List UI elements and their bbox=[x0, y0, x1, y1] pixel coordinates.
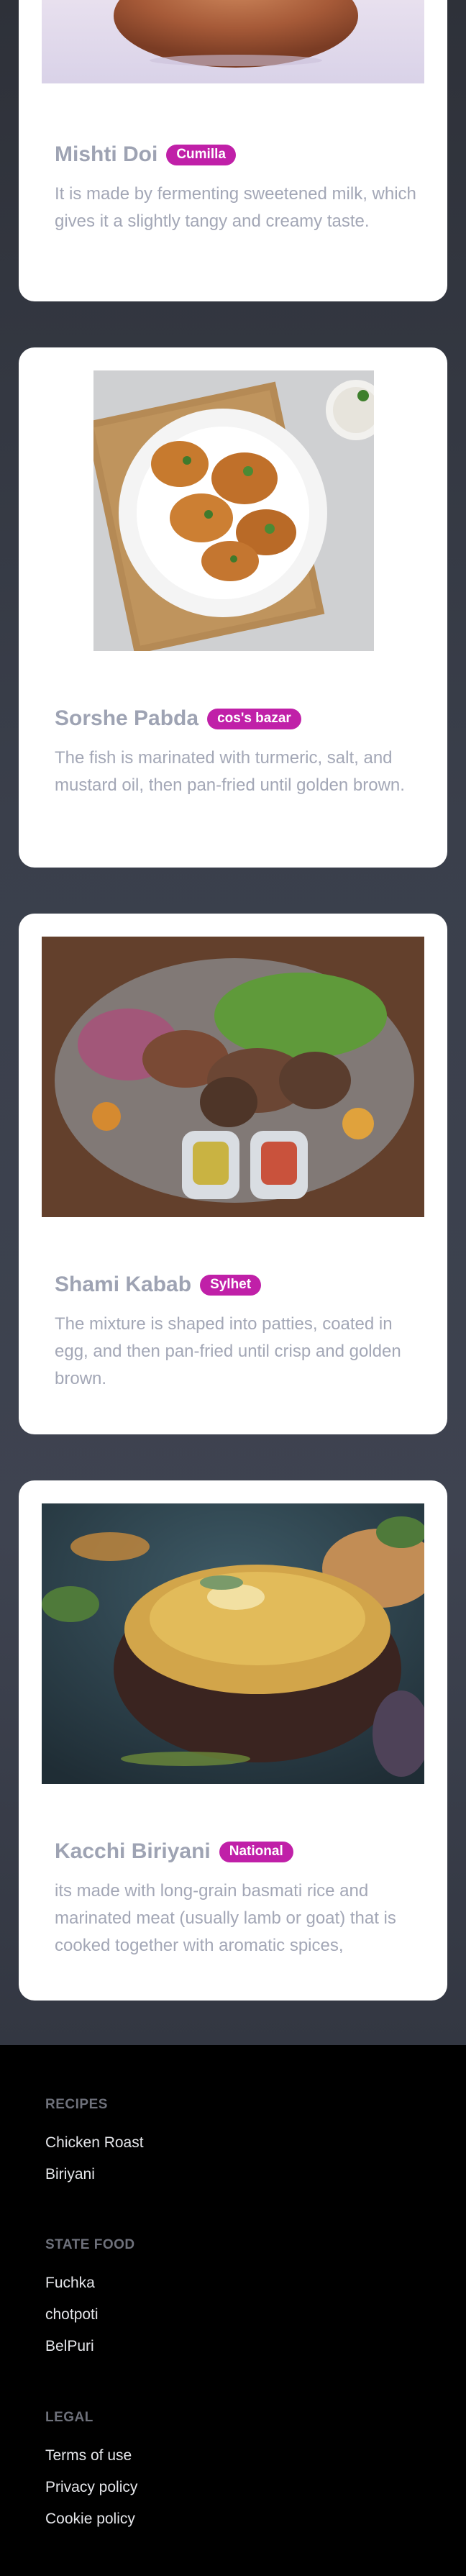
footer-link-terms-of-use[interactable]: Terms of use bbox=[45, 2447, 132, 2465]
region-badge: Sylhet bbox=[200, 1274, 262, 1296]
dish-name: Sorshe Pabda bbox=[55, 706, 199, 730]
footer-link-privacy-policy[interactable]: Privacy policy bbox=[45, 2479, 137, 2496]
dish-title-row: Sorshe Pabda cos's bazar bbox=[55, 706, 301, 731]
dish-description: The fish is marinated with turmeric, sal… bbox=[55, 748, 405, 795]
dish-card-kacchi-biriyani[interactable]: Kacchi Biriyani National its made with l… bbox=[19, 1480, 447, 2001]
dish-card-sorshe-pabda[interactable]: Sorshe Pabda cos's bazar The fish is mar… bbox=[19, 347, 447, 868]
region-badge: National bbox=[219, 1841, 293, 1862]
footer-link-fuchka[interactable]: Fuchka bbox=[45, 2275, 95, 2292]
dish-name: Kacchi Biriyani bbox=[55, 1839, 211, 1863]
footer-link-cookie-policy[interactable]: Cookie policy bbox=[45, 2511, 135, 2528]
dish-title-row: Mishti Doi Cumilla bbox=[55, 142, 236, 167]
region-badge: cos's bazar bbox=[207, 708, 301, 729]
footer-link-belpuri[interactable]: BelPuri bbox=[45, 2338, 94, 2355]
dish-title-row: Kacchi Biriyani National bbox=[55, 1839, 293, 1864]
footer-link-chotpoti[interactable]: chotpoti bbox=[45, 2306, 99, 2324]
dish-name: Shami Kabab bbox=[55, 1273, 192, 1296]
dish-list: Mishti Doi Cumilla It is made by ferment… bbox=[0, 0, 466, 2045]
dish-description: The mixture is shaped into patties, coat… bbox=[55, 1314, 401, 1388]
footer-link-biriyani[interactable]: Biriyani bbox=[45, 2166, 95, 2183]
dish-image-shami-kabab bbox=[42, 937, 424, 1217]
footer-heading-state-food: STATE FOOD bbox=[45, 2237, 135, 2252]
footer-heading-legal: LEGAL bbox=[45, 2410, 93, 2425]
dish-title-row: Shami Kabab Sylhet bbox=[55, 1273, 262, 1297]
dish-image-mishti-doi bbox=[42, 0, 424, 83]
dish-card-shami-kabab[interactable]: Shami Kabab Sylhet The mixture is shaped… bbox=[19, 914, 447, 1434]
dish-name: Mishti Doi bbox=[55, 142, 158, 166]
dish-card-mishti-doi[interactable]: Mishti Doi Cumilla It is made by ferment… bbox=[19, 0, 447, 301]
dish-image-sorshe-pabda bbox=[93, 370, 374, 651]
dish-image-kacchi-biriyani bbox=[42, 1503, 424, 1784]
footer-link-chicken-roast[interactable]: Chicken Roast bbox=[45, 2134, 144, 2152]
region-badge: Cumilla bbox=[166, 144, 236, 165]
footer-heading-recipes: RECIPES bbox=[45, 2097, 108, 2112]
dish-description: its made with long-grain basmati rice an… bbox=[55, 1881, 396, 1955]
site-footer: RECIPES Chicken Roast Biriyani STATE FOO… bbox=[0, 2045, 466, 2576]
dish-description: It is made by fermenting sweetened milk,… bbox=[55, 184, 416, 231]
